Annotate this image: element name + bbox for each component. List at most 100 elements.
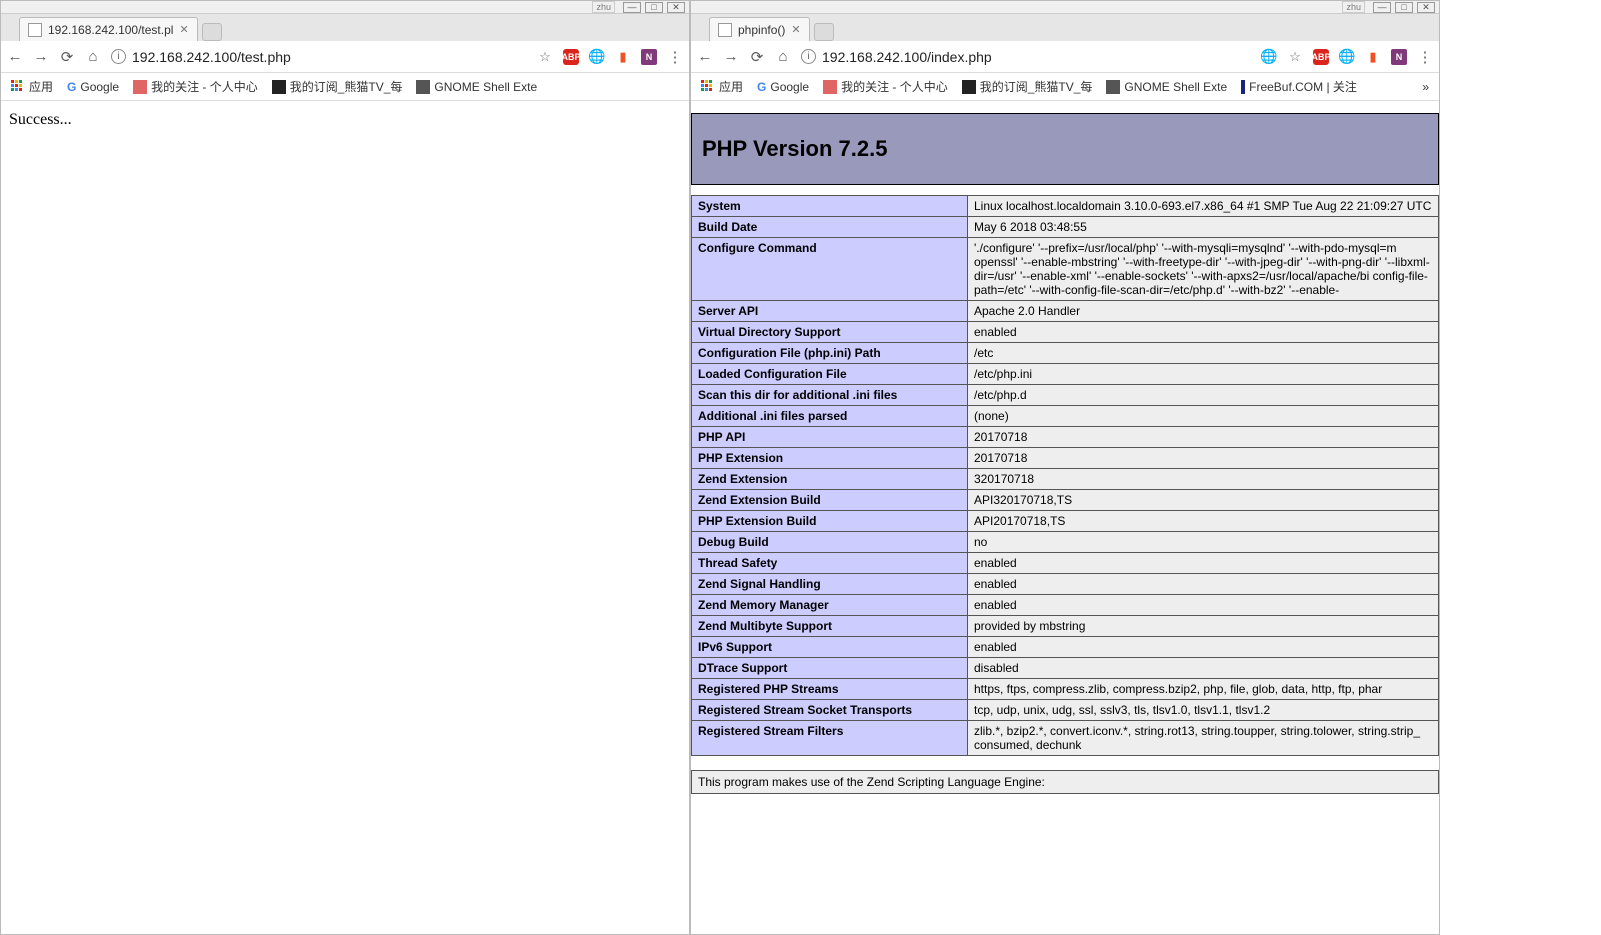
phpinfo-value: API20170718,TS: [968, 511, 1439, 532]
phpinfo-key: Build Date: [692, 217, 968, 238]
home-button[interactable]: ⌂: [85, 49, 101, 65]
page-content-right: PHP Version 7.2.5 SystemLinux localhost.…: [691, 101, 1439, 934]
translate-icon-2[interactable]: 🌐: [1339, 49, 1355, 65]
phpinfo-value: enabled: [968, 595, 1439, 616]
bookmark-gnome[interactable]: GNOME Shell Exte: [416, 80, 537, 94]
minimize-button[interactable]: —: [623, 2, 641, 13]
phpinfo-value: (none): [968, 406, 1439, 427]
phpinfo-key: Registered Stream Socket Transports: [692, 700, 968, 721]
phpinfo-key: Configuration File (php.ini) Path: [692, 343, 968, 364]
titlebar-left: zhu — □ ✕: [1, 1, 689, 14]
address-bar-left: ← → ⟳ ⌂ i 192.168.242.100/test.php ☆ ABP…: [1, 41, 689, 73]
forward-button[interactable]: →: [723, 49, 739, 65]
tab-phpinfo[interactable]: phpinfo() ✕: [709, 17, 810, 41]
favicon-icon: [823, 80, 837, 94]
bookmarks-overflow-icon[interactable]: »: [1422, 80, 1429, 94]
table-row: Configuration File (php.ini) Path/etc: [692, 343, 1439, 364]
table-row: IPv6 Supportenabled: [692, 637, 1439, 658]
bookmark-panda[interactable]: 我的订阅_熊猫TV_每: [962, 78, 1093, 95]
phpinfo-key: Configure Command: [692, 238, 968, 301]
reload-button[interactable]: ⟳: [749, 49, 765, 65]
phpinfo-key: Zend Extension Build: [692, 490, 968, 511]
url-field[interactable]: i 192.168.242.100/index.php: [801, 49, 1251, 65]
phpinfo-key: Virtual Directory Support: [692, 322, 968, 343]
phpinfo-value: Apache 2.0 Handler: [968, 301, 1439, 322]
home-button[interactable]: ⌂: [775, 49, 791, 65]
phpinfo-value: API320170718,TS: [968, 490, 1439, 511]
zend-note: This program makes use of the Zend Scrip…: [691, 770, 1439, 794]
apps-shortcut[interactable]: 应用: [701, 78, 743, 95]
phpinfo-key: PHP API: [692, 427, 968, 448]
table-row: Virtual Directory Supportenabled: [692, 322, 1439, 343]
bookmark-star-icon[interactable]: ☆: [1287, 49, 1303, 65]
bookmark-star-icon[interactable]: ☆: [537, 49, 553, 65]
url-field[interactable]: i 192.168.242.100/test.php: [111, 49, 527, 65]
bookmark-gnome[interactable]: GNOME Shell Exte: [1106, 80, 1227, 94]
bookmark-google[interactable]: GGoogle: [67, 80, 119, 94]
phpinfo-value: May 6 2018 03:48:55: [968, 217, 1439, 238]
table-row: Zend Memory Managerenabled: [692, 595, 1439, 616]
maximize-button[interactable]: □: [1395, 2, 1413, 13]
phpinfo-value: './configure' '--prefix=/usr/local/php' …: [968, 238, 1439, 301]
minimize-button[interactable]: —: [1373, 2, 1391, 13]
close-tab-icon[interactable]: ✕: [179, 23, 188, 36]
site-info-icon[interactable]: i: [801, 49, 816, 64]
close-window-button[interactable]: ✕: [667, 2, 685, 13]
bookmark-mygz[interactable]: 我的关注 - 个人中心: [823, 78, 948, 95]
titlebar-tag: zhu: [592, 1, 615, 13]
phpinfo-value: enabled: [968, 637, 1439, 658]
apps-icon: [11, 80, 25, 94]
table-row: Registered Stream Filterszlib.*, bzip2.*…: [692, 721, 1439, 756]
extension-icon-1[interactable]: ▮: [615, 49, 631, 65]
phpinfo-value: 20170718: [968, 448, 1439, 469]
phpinfo-key: System: [692, 196, 968, 217]
bookmark-mygz[interactable]: 我的关注 - 个人中心: [133, 78, 258, 95]
extension-icon-1[interactable]: ▮: [1365, 49, 1381, 65]
tabstrip-left: 192.168.242.100/test.pl ✕: [1, 14, 689, 41]
maximize-button[interactable]: □: [645, 2, 663, 13]
table-row: Zend Extension320170718: [692, 469, 1439, 490]
page-icon: [718, 23, 732, 37]
translate-icon[interactable]: 🌐: [1261, 49, 1277, 65]
apps-icon: [701, 80, 715, 94]
forward-button[interactable]: →: [33, 49, 49, 65]
menu-icon[interactable]: ⋮: [667, 49, 683, 65]
phpinfo-key: Additional .ini files parsed: [692, 406, 968, 427]
tab-testphp[interactable]: 192.168.242.100/test.pl ✕: [19, 17, 198, 41]
bookmark-panda[interactable]: 我的订阅_熊猫TV_每: [272, 78, 403, 95]
google-icon: G: [67, 80, 76, 94]
reload-button[interactable]: ⟳: [59, 49, 75, 65]
table-row: Debug Buildno: [692, 532, 1439, 553]
table-row: Registered Stream Socket Transportstcp, …: [692, 700, 1439, 721]
menu-icon[interactable]: ⋮: [1417, 49, 1433, 65]
phpinfo-value: /etc/php.ini: [968, 364, 1439, 385]
apps-shortcut[interactable]: 应用: [11, 78, 53, 95]
new-tab-button[interactable]: [814, 23, 834, 41]
phpinfo-value: enabled: [968, 553, 1439, 574]
bookmark-google[interactable]: GGoogle: [757, 80, 809, 94]
site-info-icon[interactable]: i: [111, 49, 126, 64]
favicon-icon: [1241, 80, 1245, 94]
table-row: Server APIApache 2.0 Handler: [692, 301, 1439, 322]
new-tab-button[interactable]: [202, 23, 222, 41]
table-row: Configure Command'./configure' '--prefix…: [692, 238, 1439, 301]
browser-window-left: zhu — □ ✕ 192.168.242.100/test.pl ✕ ← → …: [0, 0, 690, 935]
close-tab-icon[interactable]: ✕: [791, 23, 800, 36]
phpinfo-key: PHP Extension Build: [692, 511, 968, 532]
toolbar-right-icons: ☆ ABP 🌐 ▮ N ⋮: [537, 49, 683, 65]
titlebar-right: zhu — □ ✕: [691, 1, 1439, 14]
translate-icon[interactable]: 🌐: [589, 49, 605, 65]
url-text: 192.168.242.100/index.php: [822, 49, 992, 65]
phpinfo-key: Zend Extension: [692, 469, 968, 490]
phpinfo-key: Scan this dir for additional .ini files: [692, 385, 968, 406]
phpinfo-value: enabled: [968, 322, 1439, 343]
back-button[interactable]: ←: [697, 49, 713, 65]
abp-icon[interactable]: ABP: [1313, 49, 1329, 65]
onenote-icon[interactable]: N: [641, 49, 657, 65]
bookmark-freebuf[interactable]: FreeBuf.COM | 关注: [1241, 78, 1357, 95]
back-button[interactable]: ←: [7, 49, 23, 65]
abp-icon[interactable]: ABP: [563, 49, 579, 65]
phpinfo-key: Zend Multibyte Support: [692, 616, 968, 637]
onenote-icon[interactable]: N: [1391, 49, 1407, 65]
close-window-button[interactable]: ✕: [1417, 2, 1435, 13]
